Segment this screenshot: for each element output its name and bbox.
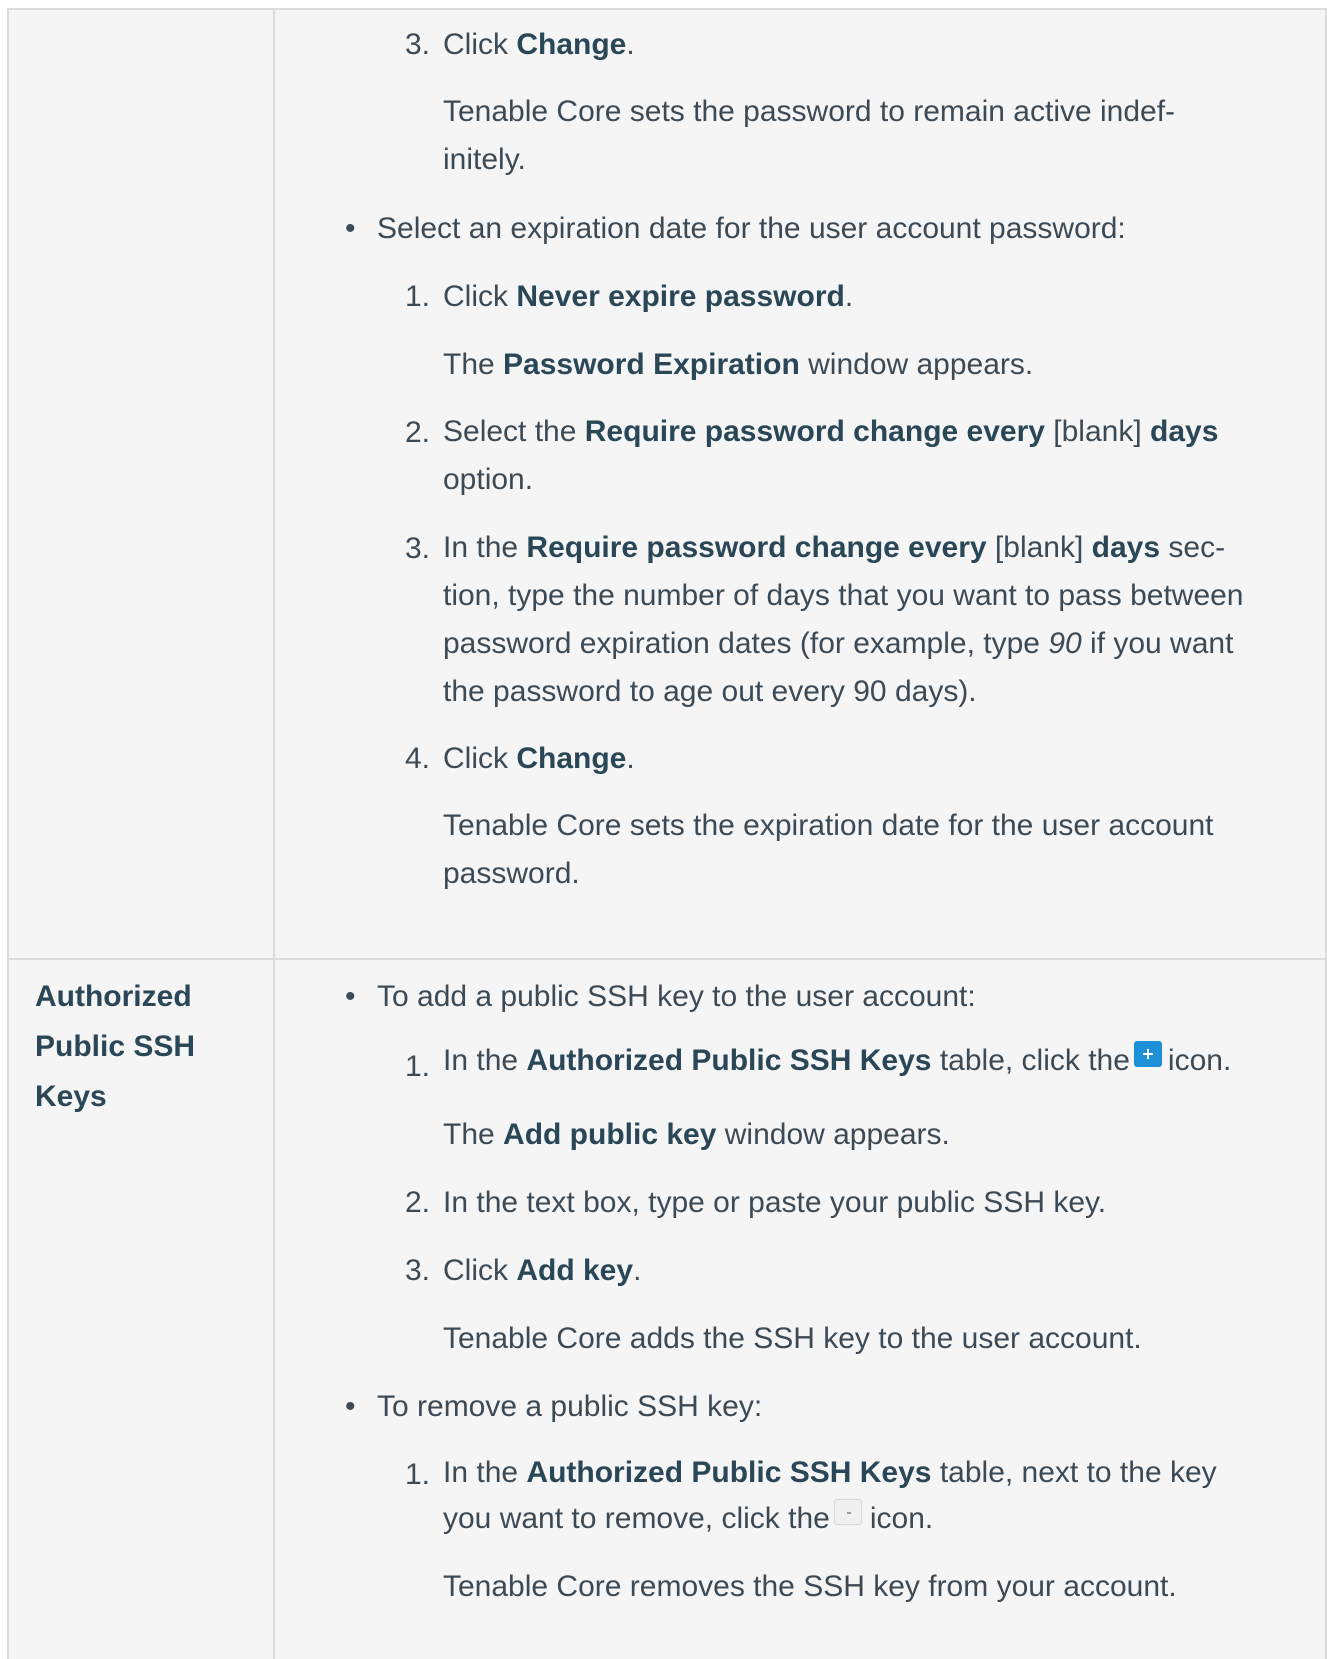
table-row: 3. Click Change. Tenable Core sets the p… [7,8,1327,960]
step-text: In the Require password change every [bl… [443,531,1244,708]
step-number: 3. [404,28,430,61]
option-label: Authorized Public SSH Keys [7,958,275,1659]
table-row: Authorized Public SSH Keys • To add a pu… [7,958,1327,1659]
content-cell: • To add a public SSH key to the user ac… [273,958,1327,1659]
step-number: 1. [404,1050,430,1083]
step-text: In the text box, type or paste your publ… [443,1186,1107,1219]
step-text: Click Change. [443,28,635,61]
step-result: The Password Expiration window appears. [443,348,1034,381]
step-text: Click Never expire password. [443,280,854,313]
step-number: 4. [404,742,430,775]
bullet-text: To remove a public SSH key: [377,1390,763,1423]
options-table: 3. Click Change. Tenable Core sets the p… [7,8,1327,1659]
step-number: 2. [404,1186,430,1219]
step-text: In the Authorized Public SSH Keys table,… [443,1036,1231,1086]
step-number: 1. [404,280,430,313]
step-number: 2. [404,416,430,449]
step-number: 1. [404,1458,430,1491]
step-text: In the Authorized Public SSH Keys table,… [443,1456,1217,1535]
step-text: Click Change. [443,742,635,775]
plus-icon[interactable] [1133,1041,1162,1067]
step-result: Tenable Core sets the password to remain… [443,95,1176,176]
empty-label-cell [7,8,275,960]
step-text: Select the Require password change every… [443,415,1219,496]
step-result: Tenable Core sets the expiration date fo… [443,809,1214,890]
step-result: Tenable Core removes the SSH key from yo… [443,1570,1177,1603]
bullet-dot: • [345,212,356,245]
minus-icon[interactable] [833,1499,862,1525]
step-result: The Add public key window appears. [443,1118,950,1151]
content-cell: 3. Click Change. Tenable Core sets the p… [273,8,1327,960]
step-number: 3. [404,532,430,565]
step-number: 3. [404,1254,430,1287]
bullet-dot: • [345,1390,356,1423]
bullet-dot: • [345,980,356,1013]
step-text: Click Add key. [443,1254,642,1287]
bullet-text: To add a public SSH key to the user acco… [377,980,976,1013]
step-result: Tenable Core adds the SSH key to the use… [443,1322,1142,1355]
bullet-text: Select an expiration date for the user a… [377,212,1126,245]
